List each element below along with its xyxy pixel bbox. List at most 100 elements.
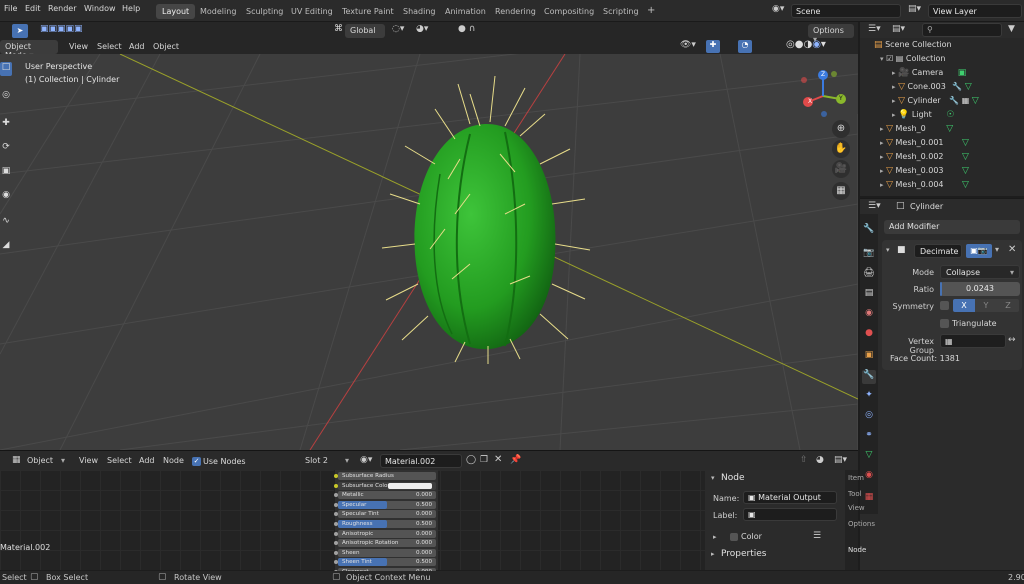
symmetry-axis-z[interactable]: Z (997, 299, 1019, 312)
outliner-row-mesh-0-001[interactable]: ▸ ▽ Mesh_0.001 ▽ (862, 138, 969, 152)
sidebar-tab-view[interactable]: View (848, 504, 865, 512)
bsdf-input-row[interactable]: Roughness 0.500 (334, 520, 436, 528)
properties-editor-icon[interactable]: ☰▾ (868, 201, 881, 211)
node-section-toggle-icon[interactable]: ▾ (711, 474, 715, 482)
filter-icon[interactable]: ▼ (1008, 24, 1015, 34)
3d-viewport[interactable]: X Y Z User Perspective (1) Collection | … (0, 54, 858, 450)
collapse-panel-icon[interactable]: ▾ (886, 246, 890, 254)
expand-icon[interactable]: ▸ (862, 111, 896, 119)
checkbox-icon[interactable]: ☑ (886, 54, 893, 63)
particles-tab-icon[interactable]: ✦ (862, 390, 876, 404)
properties-section-toggle-icon[interactable]: ▸ (711, 550, 715, 558)
slot-dropdown[interactable]: Slot 2 ▾ (300, 454, 354, 468)
menu-help[interactable]: Help (122, 4, 140, 13)
outliner-row-camera[interactable]: ▸ 🎥 Camera ▣ (862, 68, 966, 82)
tab-uv-editing[interactable]: UV Editing (285, 4, 339, 19)
outliner-editor-icon[interactable]: ☰▾ (868, 24, 881, 34)
bsdf-input-row[interactable]: Specular 0.500 (334, 500, 436, 509)
overlay-node-icon[interactable]: ▤▾ (834, 455, 847, 465)
invert-vertex-group-icon[interactable]: ↔ (1008, 335, 1016, 345)
node-menu-add[interactable]: Add (134, 454, 160, 468)
tool-tab-icon[interactable]: 🔧 (862, 224, 876, 238)
subsurface-color-swatch[interactable] (388, 482, 432, 489)
constraints-tab-icon[interactable]: ⚭ (862, 430, 876, 444)
input-socket-icon[interactable] (334, 483, 338, 488)
input-socket-icon[interactable] (334, 502, 338, 507)
bsdf-input-row[interactable]: Metallic 0.000 (334, 491, 436, 500)
color-presets-icon[interactable]: ☰ (813, 531, 821, 541)
shader-type-dropdown[interactable]: Object ▾ (22, 454, 70, 468)
node-editor-type-icon[interactable]: ▦ (12, 455, 21, 465)
pin-icon[interactable]: 📌 (510, 455, 521, 465)
outliner-row-scene-collection[interactable]: ▤ Scene Collection (862, 40, 952, 54)
unlink-material-icon[interactable]: ✕ (494, 454, 502, 465)
tab-texture-paint[interactable]: Texture Paint (336, 4, 400, 19)
bsdf-input-row[interactable]: Specular Tint 0.000 (334, 510, 436, 519)
input-socket-icon[interactable] (334, 550, 338, 555)
add-workspace-button[interactable]: + (641, 2, 661, 17)
tab-modeling[interactable]: Modeling (194, 4, 242, 19)
world-tab-icon[interactable]: ● (862, 328, 876, 342)
bsdf-input-row[interactable]: Subsurface Color (334, 481, 436, 490)
scene-field[interactable]: Scene (791, 4, 901, 18)
tab-animation[interactable]: Animation (439, 4, 492, 19)
modifier-visibility-icons[interactable]: ▣📷 (966, 244, 992, 258)
node-menu-select[interactable]: Select (102, 454, 137, 468)
tab-rendering[interactable]: Rendering (489, 4, 542, 19)
node-label-field[interactable]: ▣ (743, 508, 837, 521)
input-socket-icon[interactable] (334, 541, 338, 546)
vertex-group-field[interactable]: ▦ (940, 334, 1006, 348)
node-menu-node[interactable]: Node (158, 454, 189, 468)
view-layer-tab-icon[interactable]: ▤ (862, 288, 876, 302)
parent-node-icon[interactable]: ⇧ (800, 455, 808, 465)
sidebar-tab-node[interactable]: Node (848, 546, 866, 554)
orientation-icon[interactable]: ⌘ (334, 24, 343, 34)
node-menu-view[interactable]: View (74, 454, 103, 468)
add-modifier-button[interactable]: Add Modifier (884, 220, 1020, 234)
expand-icon[interactable]: ▸ (862, 83, 896, 91)
viewport-menu-add[interactable]: Add (124, 40, 150, 54)
tab-compositing[interactable]: Compositing (538, 4, 600, 19)
output-tab-icon[interactable]: 🖨 (862, 268, 876, 282)
expand-icon[interactable]: ▸ (862, 69, 896, 77)
tab-scripting[interactable]: Scripting (597, 4, 645, 19)
expand-icon[interactable]: ▸ (862, 167, 884, 175)
symmetry-axis-y[interactable]: Y (975, 299, 997, 312)
color-checkbox[interactable] (730, 533, 738, 541)
symmetry-axis-x[interactable]: X (953, 299, 975, 312)
snap-node-icon[interactable]: ◕ (816, 455, 824, 465)
bsdf-input-row[interactable]: Sheen 0.000 (334, 548, 436, 557)
pivot-icon[interactable]: ◌▾ (392, 24, 404, 34)
menu-render[interactable]: Render (48, 4, 76, 13)
cactus-mesh[interactable] (381, 75, 591, 364)
visibility-icon[interactable]: 👁▾ (680, 40, 696, 50)
tab-layout[interactable]: Layout (156, 4, 196, 19)
bsdf-input-row[interactable]: Anisotropic Rotation 0.000 (334, 539, 436, 548)
tab-shading[interactable]: Shading (397, 4, 442, 19)
bsdf-input-row[interactable]: Sheen Tint 0.500 (334, 558, 436, 567)
sidebar-tab-item[interactable]: Item (848, 474, 864, 482)
outliner-row-collection[interactable]: ▾ ☑ ▤ Collection (862, 54, 945, 68)
bsdf-input-row[interactable]: Subsurface Radius (334, 472, 436, 480)
outliner-row-cone[interactable]: ▸ ▽ Cone.003 🔧 ▽ (862, 82, 972, 96)
outliner-row-light[interactable]: ▸ 💡 Light ☉ (862, 110, 954, 124)
expand-icon[interactable]: ▸ (862, 181, 884, 189)
gizmo-toggle-icon[interactable]: ✚ (706, 40, 720, 53)
annotate-tool-icon[interactable]: ∿ (0, 216, 12, 230)
pan-hand-icon[interactable]: ✋ (832, 140, 850, 158)
view-layer-field[interactable]: View Layer (928, 4, 1022, 18)
fake-user-icon[interactable]: ◯ (466, 455, 476, 465)
ratio-slider[interactable]: 0.0243 (940, 282, 1020, 296)
object-tab-icon[interactable]: ▣ (862, 350, 876, 364)
expand-icon[interactable]: ▸ (862, 139, 884, 147)
outliner-row-mesh-0-002[interactable]: ▸ ▽ Mesh_0.002 ▽ (862, 152, 969, 166)
data-tab-icon[interactable]: ▽ (862, 450, 876, 464)
outliner-search-input[interactable]: ⚲ (922, 23, 1002, 37)
transform-orientation-dropdown[interactable]: Global (345, 24, 385, 38)
measure-tool-icon[interactable]: ◢ (0, 240, 12, 254)
duplicate-material-icon[interactable]: ❐ (480, 455, 488, 465)
input-socket-icon[interactable] (334, 522, 338, 526)
render-tab-icon[interactable]: 📷 (862, 248, 876, 262)
input-socket-icon[interactable] (334, 474, 338, 478)
menu-window[interactable]: Window (84, 4, 116, 13)
